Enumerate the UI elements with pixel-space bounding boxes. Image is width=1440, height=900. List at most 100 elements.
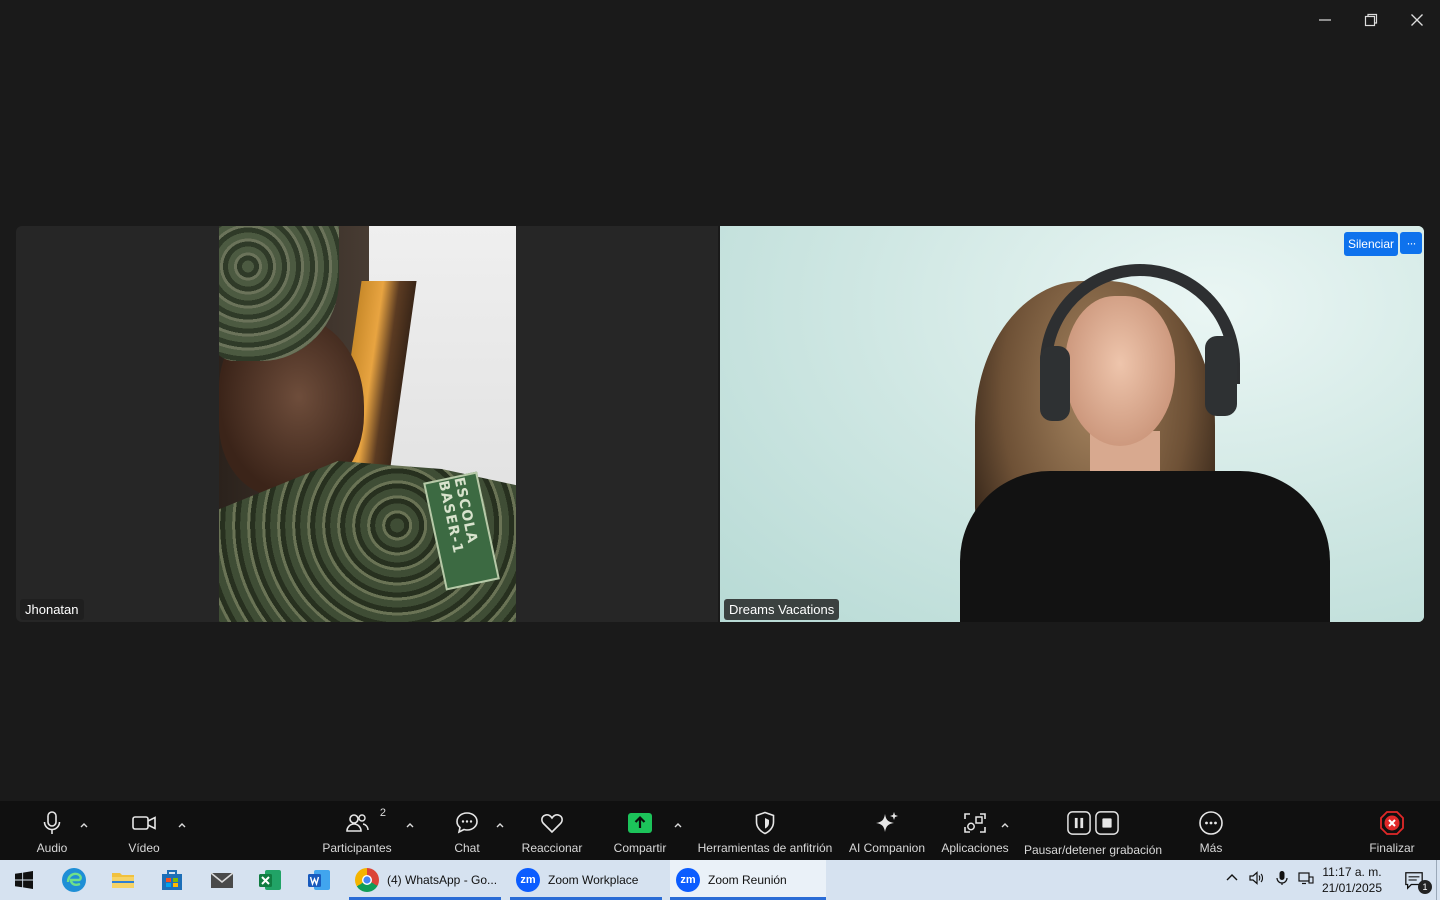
- chevron-up-icon: [80, 823, 88, 828]
- audio-options-caret[interactable]: [79, 817, 89, 828]
- participants-icon: [346, 814, 369, 832]
- minimize-icon: [1319, 19, 1331, 21]
- recording-label: Pausar/detener grabación: [1023, 843, 1163, 857]
- host-tools-button[interactable]: Herramientas de anfitrión: [697, 801, 833, 860]
- speaker-icon: [1249, 870, 1264, 885]
- chevron-up-icon: [1001, 823, 1009, 828]
- windows-start-button[interactable]: [8, 864, 40, 896]
- share-screen-button[interactable]: Compartir: [612, 801, 668, 860]
- show-hidden-icons-button[interactable]: [1224, 870, 1242, 891]
- mute-participant-button[interactable]: Silenciar: [1343, 232, 1398, 256]
- windows-taskbar: (4) WhatsApp - Go... zm Zoom Workplace z…: [0, 860, 1440, 900]
- word-button[interactable]: [303, 864, 335, 896]
- more-label: Más: [1199, 841, 1223, 855]
- react-button[interactable]: Reaccionar: [522, 801, 582, 860]
- meeting-toolbar: Audio Vídeo 2 Participantes Chat Reaccio…: [0, 801, 1440, 860]
- zoom-icon: zm: [520, 874, 536, 886]
- microphone-icon: [1276, 870, 1288, 885]
- network-icon: [1298, 871, 1314, 884]
- microphone-icon: [43, 811, 61, 834]
- heart-icon: [541, 814, 563, 834]
- file-explorer-button[interactable]: [107, 864, 139, 896]
- chevron-up-icon: [1226, 873, 1238, 880]
- audio-button[interactable]: Audio: [30, 801, 74, 860]
- taskbar-app-zoom-workplace[interactable]: zm Zoom Workplace: [510, 860, 662, 900]
- restore-button[interactable]: [1348, 0, 1394, 40]
- apps-options-caret[interactable]: [1000, 817, 1010, 828]
- end-meeting-icon: [1380, 811, 1404, 835]
- share-arrow-icon: [628, 813, 652, 833]
- apps-icon: [964, 813, 986, 833]
- share-options-caret[interactable]: [673, 817, 683, 828]
- zoom-meeting-window: ESCOLA BASER-1 Jhonatan Silenciar ··· Dr…: [0, 0, 1440, 860]
- stop-recording-button[interactable]: [1095, 811, 1119, 835]
- participant-tile-dreams-vacations[interactable]: Silenciar ··· Dreams Vacations: [720, 226, 1424, 622]
- chrome-icon: [362, 875, 372, 885]
- react-label: Reaccionar: [521, 841, 583, 855]
- participant-video: ESCOLA BASER-1: [219, 226, 516, 622]
- recording-controls: Pausar/detener grabación: [1024, 801, 1162, 860]
- participant-video: [720, 226, 1424, 622]
- pause-recording-button[interactable]: [1067, 811, 1091, 835]
- window-controls: [1302, 0, 1440, 40]
- participants-count: 2: [379, 807, 386, 819]
- ai-companion-button[interactable]: AI Companion: [848, 801, 926, 860]
- shield-icon: [755, 811, 775, 835]
- restore-icon: [1364, 13, 1378, 27]
- taskbar-app-label: Zoom Reunión: [708, 873, 787, 887]
- end-meeting-button[interactable]: Finalizar: [1366, 801, 1418, 860]
- host-tools-label: Herramientas de anfitrión: [697, 841, 833, 855]
- microphone-tray-button[interactable]: [1274, 870, 1296, 891]
- taskbar-app-whatsapp[interactable]: (4) WhatsApp - Go...: [349, 860, 501, 900]
- mail-button[interactable]: [206, 864, 238, 896]
- word-icon: [308, 870, 330, 890]
- store-icon: [162, 870, 182, 890]
- audio-label: Audio: [36, 841, 68, 855]
- end-label: Finalizar: [1369, 841, 1415, 855]
- taskbar-app-zoom-reunion[interactable]: zm Zoom Reunión: [670, 860, 826, 900]
- video-camera-icon: [132, 816, 156, 830]
- excel-button[interactable]: [254, 864, 286, 896]
- participant-name-tag: Jhonatan: [20, 599, 84, 620]
- taskbar-app-label: Zoom Workplace: [548, 873, 639, 887]
- sparkle-icon: [876, 812, 898, 832]
- chevron-up-icon: [674, 823, 682, 828]
- share-label: Compartir: [613, 841, 667, 855]
- more-button[interactable]: Más: [1194, 801, 1228, 860]
- taskbar-app-label: (4) WhatsApp - Go...: [387, 873, 498, 887]
- volume-button[interactable]: [1248, 870, 1272, 891]
- participants-button[interactable]: 2 Participantes: [322, 801, 392, 860]
- windows-start-icon: [15, 871, 33, 889]
- participant-tile-jhonatan[interactable]: ESCOLA BASER-1 Jhonatan: [16, 226, 718, 622]
- chat-button[interactable]: Chat: [450, 801, 484, 860]
- close-button[interactable]: [1394, 0, 1440, 40]
- clock-date: 21/01/2025: [1321, 881, 1382, 895]
- clock-time: 11:17 a. m.: [1322, 865, 1382, 879]
- close-icon: [1411, 14, 1423, 26]
- taskbar-clock[interactable]: 11:17 a. m. 21/01/2025: [1322, 864, 1382, 896]
- store-button[interactable]: [156, 864, 188, 896]
- chevron-up-icon: [406, 823, 414, 828]
- minimize-button[interactable]: [1302, 0, 1348, 40]
- mail-icon: [210, 872, 234, 888]
- apps-label: Aplicaciones: [941, 841, 1009, 855]
- participant-more-button[interactable]: ···: [1400, 232, 1422, 254]
- video-button[interactable]: Vídeo: [124, 801, 164, 860]
- show-desktop-button[interactable]: [1436, 860, 1440, 900]
- notification-count-badge: 1: [1418, 880, 1432, 894]
- system-tray: [1224, 860, 1320, 900]
- excel-icon: [259, 870, 281, 890]
- file-explorer-icon: [112, 873, 134, 888]
- network-button[interactable]: [1298, 870, 1320, 891]
- ai-companion-label: AI Companion: [848, 841, 926, 855]
- edge-button[interactable]: [58, 864, 90, 896]
- chat-options-caret[interactable]: [495, 817, 505, 828]
- apps-button[interactable]: Aplicaciones: [941, 801, 1009, 860]
- chat-icon: [456, 812, 478, 834]
- participants-label: Participantes: [322, 841, 392, 855]
- chat-label: Chat: [454, 841, 480, 855]
- video-options-caret[interactable]: [177, 817, 187, 828]
- participants-options-caret[interactable]: [405, 817, 415, 828]
- zoom-icon: zm: [680, 874, 696, 886]
- participant-name-tag: Dreams Vacations: [724, 599, 840, 620]
